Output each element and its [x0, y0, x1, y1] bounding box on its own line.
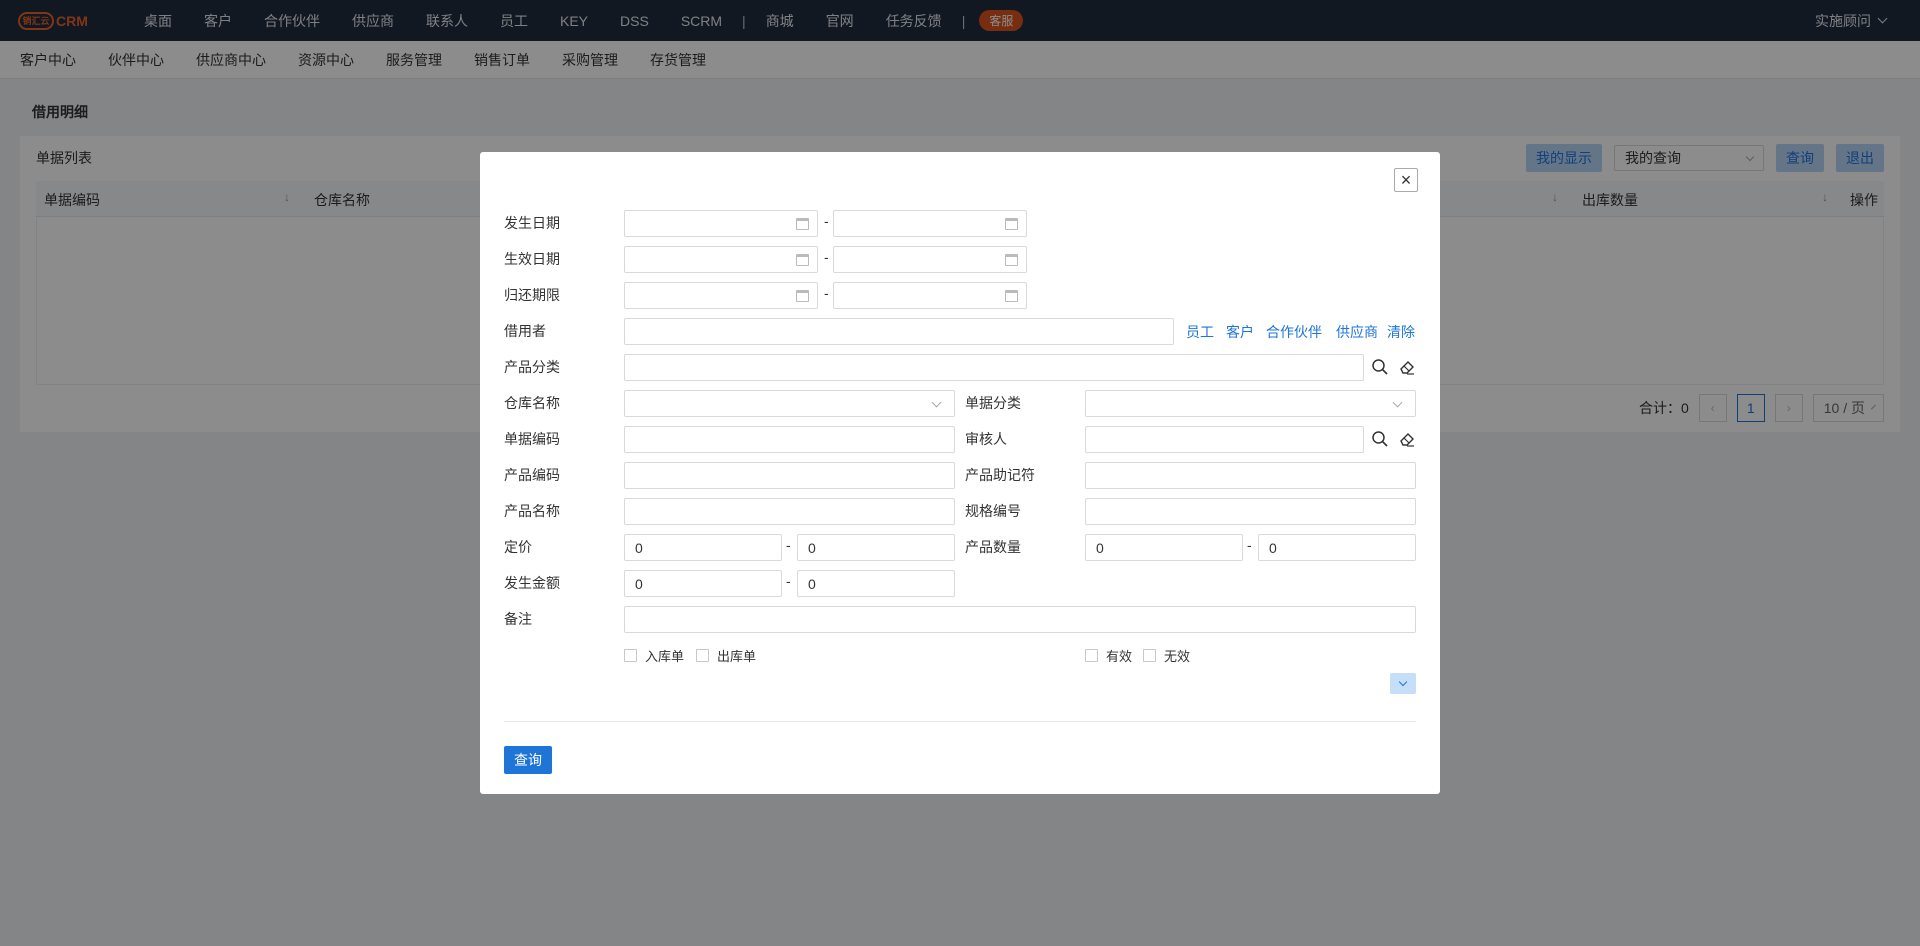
amount-to-input[interactable]: 0: [797, 570, 955, 597]
calendar-icon: [1005, 254, 1018, 266]
invalid-checkbox[interactable]: [1143, 649, 1156, 662]
auditor-input[interactable]: [1085, 426, 1364, 453]
label-product-mnemonic: 产品助记符: [965, 467, 1035, 483]
calendar-icon: [1005, 218, 1018, 230]
warehouse-select[interactable]: [624, 390, 955, 417]
price-to-input[interactable]: 0: [797, 534, 955, 561]
label-doc-category: 单据分类: [965, 395, 1021, 411]
out-doc-checkbox[interactable]: [696, 649, 709, 662]
chevron-down-icon: [1392, 397, 1403, 408]
range-separator: -: [824, 249, 829, 265]
label-auditor: 审核人: [965, 431, 1007, 447]
product-mnemonic-input[interactable]: [1085, 462, 1416, 489]
return-deadline-from[interactable]: [624, 282, 818, 309]
borrower-input[interactable]: [624, 318, 1174, 345]
label-spec-no: 规格编号: [965, 503, 1021, 519]
calendar-icon: [796, 290, 809, 302]
borrower-customer-link[interactable]: 客户: [1226, 322, 1254, 342]
label-product-category: 产品分类: [504, 359, 560, 375]
doc-category-select[interactable]: [1085, 390, 1416, 417]
product-category-input[interactable]: [624, 354, 1364, 381]
eraser-icon[interactable]: [1398, 358, 1416, 376]
calendar-icon: [796, 218, 809, 230]
range-separator: -: [824, 285, 829, 301]
effective-date-to[interactable]: [833, 246, 1027, 273]
label-remark: 备注: [504, 611, 532, 627]
label-product-qty: 产品数量: [965, 539, 1021, 555]
calendar-icon: [1005, 290, 1018, 302]
expand-button[interactable]: [1390, 673, 1416, 694]
dialog-divider: [504, 721, 1416, 722]
search-icon[interactable]: [1371, 430, 1389, 448]
qty-from-input[interactable]: 0: [1085, 534, 1243, 561]
label-doc-code: 单据编码: [504, 431, 560, 447]
remark-input[interactable]: [624, 606, 1416, 633]
label-effective-date: 生效日期: [504, 251, 560, 267]
product-code-input[interactable]: [624, 462, 955, 489]
label-occur-amount: 发生金额: [504, 575, 560, 591]
occur-date-to[interactable]: [833, 210, 1027, 237]
range-separator: -: [1247, 537, 1252, 553]
close-button[interactable]: ×: [1394, 168, 1418, 192]
qty-to-input[interactable]: 0: [1258, 534, 1416, 561]
borrower-supplier-link[interactable]: 供应商: [1336, 322, 1378, 342]
calendar-icon: [796, 254, 809, 266]
label-product-code: 产品编码: [504, 467, 560, 483]
label-occur-date: 发生日期: [504, 215, 560, 231]
range-separator: -: [824, 213, 829, 229]
effective-date-from[interactable]: [624, 246, 818, 273]
borrower-clear-link[interactable]: 清除: [1387, 322, 1415, 342]
search-dialog: × 发生日期 - 生效日期 - 归还期限 - 借用者 员工 客户 合作伙伴 供应…: [480, 152, 1440, 794]
invalid-label: 无效: [1164, 649, 1191, 664]
borrower-employee-link[interactable]: 员工: [1186, 322, 1214, 342]
in-doc-checkbox[interactable]: [624, 649, 637, 662]
doc-code-input[interactable]: [624, 426, 955, 453]
label-borrower: 借用者: [504, 323, 546, 339]
product-name-input[interactable]: [624, 498, 955, 525]
label-price: 定价: [504, 539, 532, 555]
chevron-down-icon: [931, 397, 942, 408]
range-separator: -: [786, 573, 791, 589]
label-warehouse: 仓库名称: [504, 395, 560, 411]
amount-from-input[interactable]: 0: [624, 570, 782, 597]
price-from-input[interactable]: 0: [624, 534, 782, 561]
label-product-name: 产品名称: [504, 503, 560, 519]
range-separator: -: [786, 537, 791, 553]
occur-date-from[interactable]: [624, 210, 818, 237]
chevron-down-icon: [1398, 677, 1408, 687]
submit-query-button[interactable]: 查询: [504, 746, 552, 774]
valid-checkbox[interactable]: [1085, 649, 1098, 662]
in-doc-label: 入库单: [645, 649, 685, 664]
label-return-deadline: 归还期限: [504, 287, 560, 303]
out-doc-label: 出库单: [717, 649, 757, 664]
valid-label: 有效: [1106, 649, 1133, 664]
eraser-icon[interactable]: [1398, 430, 1416, 448]
spec-no-input[interactable]: [1085, 498, 1416, 525]
return-deadline-to[interactable]: [833, 282, 1027, 309]
borrower-partner-link[interactable]: 合作伙伴: [1266, 322, 1322, 342]
search-icon[interactable]: [1371, 358, 1389, 376]
